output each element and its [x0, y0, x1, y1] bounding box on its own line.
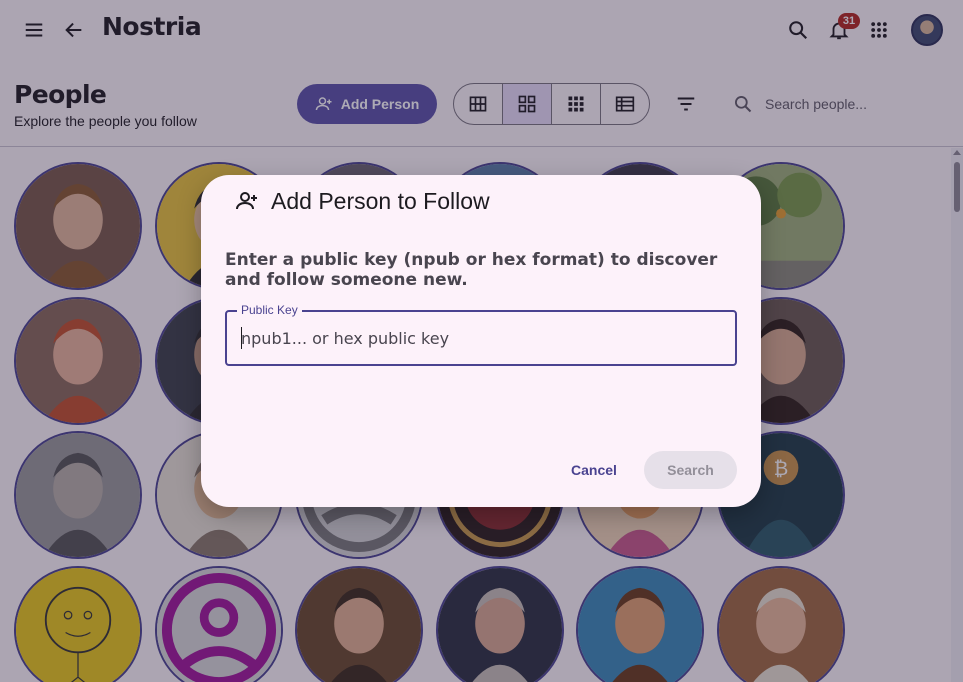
- dialog-description: Enter a public key (npub or hex format) …: [225, 250, 718, 290]
- add-person-dialog: Add Person to Follow Enter a public key …: [201, 175, 761, 507]
- text-caret: [241, 327, 242, 349]
- public-key-label: Public Key: [237, 303, 302, 317]
- dialog-header: Add Person to Follow: [235, 187, 490, 215]
- search-button-disabled[interactable]: Search: [644, 451, 737, 489]
- public-key-field: Public Key: [225, 303, 737, 366]
- public-key-input[interactable]: [241, 326, 721, 350]
- cancel-button[interactable]: Cancel: [561, 451, 627, 489]
- person-add-icon: [236, 192, 257, 210]
- dialog-title: Add Person to Follow: [271, 187, 490, 214]
